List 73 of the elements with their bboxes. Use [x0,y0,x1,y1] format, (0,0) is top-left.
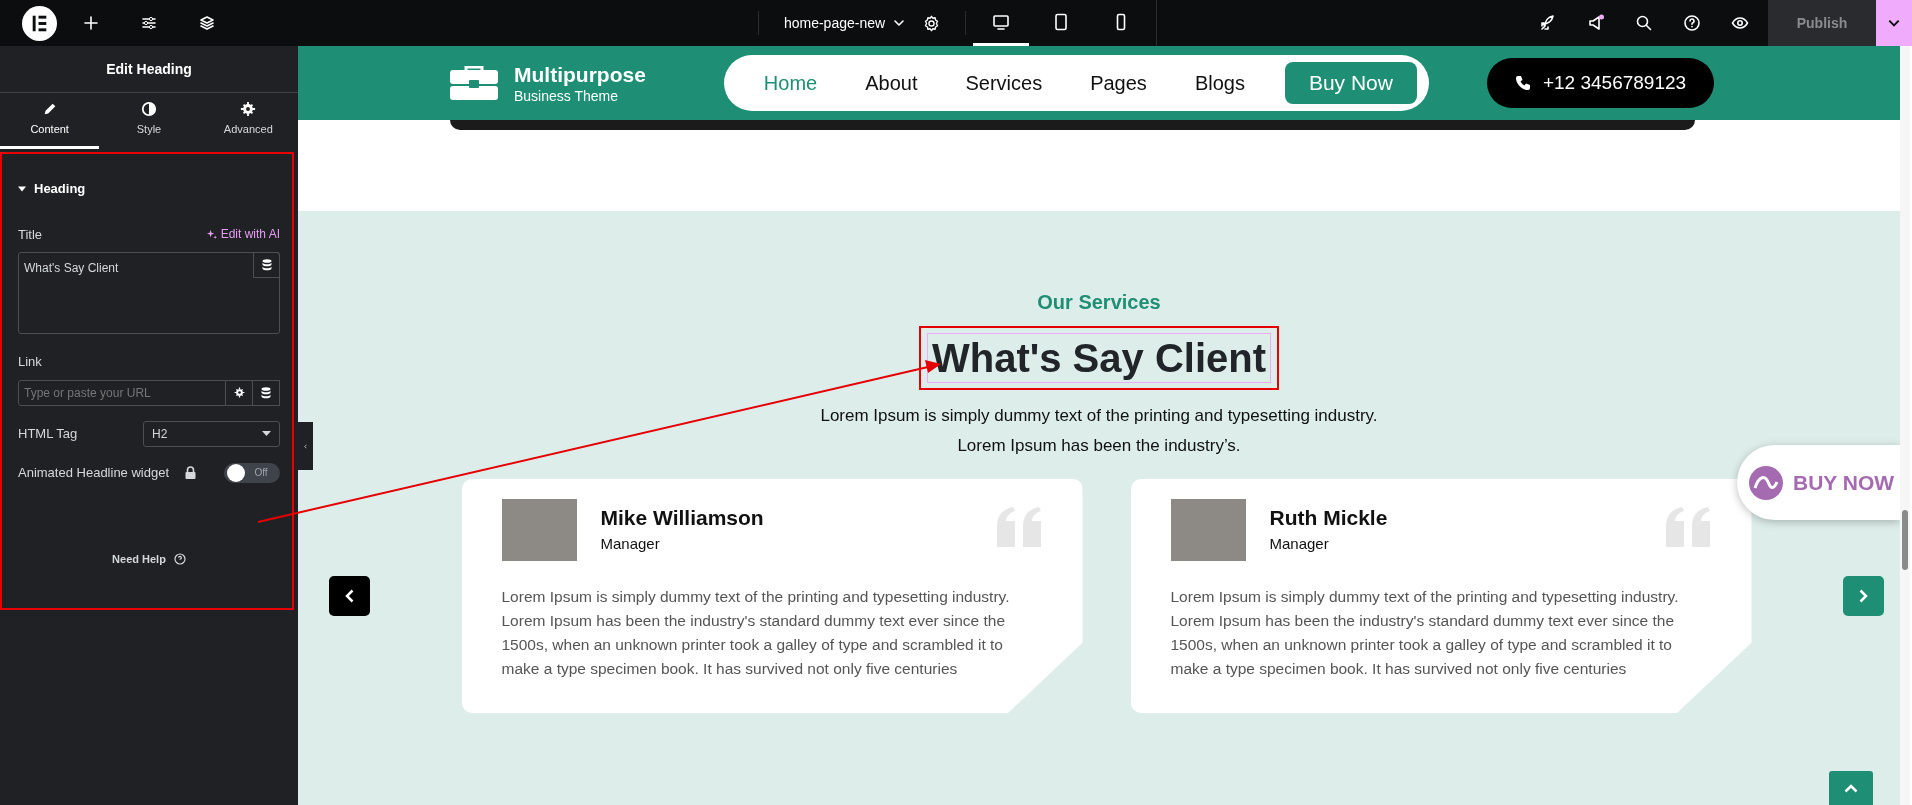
field-label: Animated Headline widget [18,463,170,482]
layers-icon [199,15,215,31]
field-label: Link [18,353,43,371]
elementor-logo-icon[interactable] [22,5,57,41]
sparkle-icon [205,228,217,240]
page-selector[interactable]: home-page-new [783,12,906,34]
gear-icon [233,387,245,398]
person-name: Mike Williamson [600,505,764,531]
logo-subtitle: Business Theme [514,88,619,103]
intro-text: Lorem Ipsum is simply dummy text of the printing and typesetting industry. [820,405,1378,427]
lock-icon [185,466,197,479]
briefcase-icon [450,66,498,100]
next-button[interactable] [1843,576,1884,616]
nav-link[interactable]: Services [965,68,1043,98]
buy-now-button[interactable]: Buy Now [1284,62,1417,104]
testimonial-text: Lorem Ipsum is simply dummy text of the printing and typesetting industry. Lorem Ipsum has been the industry's standard dummy text ever since the 1500s, when an unknown printer took a galley of type and scrambled it to make a type specimen book. It has survived not only five centuries [501,587,1011,679]
scroll-to-top-button[interactable] [1829,771,1873,805]
contrast-icon [141,101,157,118]
floating-buy-now-button[interactable]: BUY NOW [1737,445,1900,520]
person-role: Manager [600,535,661,554]
panel-collapse-handle[interactable] [298,422,313,470]
dynamic-tags-button[interactable] [253,379,280,406]
eye-icon [1731,14,1749,32]
sliders-icon [141,15,157,31]
gear-icon [923,15,941,33]
chevron-down-icon [893,17,906,29]
plus-icon [83,15,99,31]
caret-down-icon [18,184,26,193]
link-input[interactable]: Type or paste your URL [18,379,226,406]
field-label: Title [18,225,43,244]
dynamic-tags-button[interactable] [253,252,280,278]
nav-link[interactable]: Blogs [1194,68,1245,98]
logo-title: Multipurpose [514,63,646,85]
chevron-up-icon [1844,783,1858,793]
nav-link[interactable]: Home [763,68,818,98]
quote-icon [1665,507,1712,547]
intro-text: Lorem Ipsum has been the industry’s. [957,435,1241,457]
help-icon [173,552,186,565]
panel-tab[interactable]: Content [0,93,100,149]
database-icon [261,386,271,399]
caret-down-icon [262,430,271,437]
field-label: HTML Tag [18,424,78,443]
title-textarea[interactable]: What's Say Client [18,252,280,334]
tablet-icon [1052,12,1070,31]
phone-button[interactable]: +12 3456789123 [1486,58,1715,108]
person-name: Ruth Mickle [1269,505,1388,531]
edit-with-ai-link[interactable]: Edit with AI [205,225,280,244]
section-eyebrow: Our Services [1036,290,1162,315]
logo-icon [1749,465,1783,500]
need-help-link[interactable]: Need Help [112,550,186,567]
megaphone-icon [1587,14,1605,32]
section-toggle[interactable]: Heading [18,179,86,199]
nav-link[interactable]: About [865,68,918,98]
help-icon [1683,14,1701,32]
chevron-right-icon [1859,589,1868,603]
quote-icon [996,507,1043,547]
link-options-button[interactable] [226,379,253,406]
publish-button: Publish [1768,0,1876,46]
search-icon [1635,14,1653,32]
chevron-left-icon [345,589,354,603]
panel-tab[interactable]: Style [99,93,199,149]
nav-link[interactable]: Pages [1090,68,1147,98]
gear-icon [240,101,257,118]
panel-tab[interactable]: Advanced [198,93,298,149]
scrollbar-thumb[interactable] [1902,510,1908,570]
database-icon [261,259,272,271]
person-role: Manager [1269,535,1330,554]
previous-button[interactable] [329,576,370,616]
toggle-switch[interactable]: Off [224,462,280,483]
testimonial-text: Lorem Ipsum is simply dummy text of the printing and typesetting industry. Lorem Ipsum has been the industry's standard dummy text ever since the 1500s, when an unknown printer took a galley of type and scrambled it to make a type specimen book. It has survived not only five centuries [1170,587,1680,679]
phone-icon [1514,75,1531,91]
desktop-icon [992,12,1010,31]
html-tag-select[interactable]: H2 [143,420,280,447]
